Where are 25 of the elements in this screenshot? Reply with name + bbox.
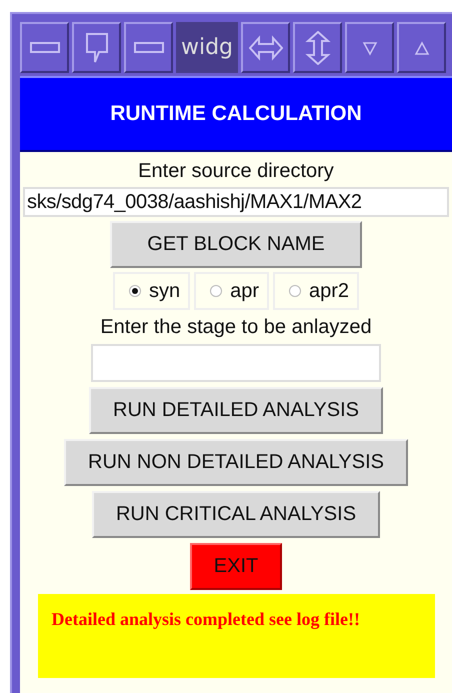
radio-label: apr [230, 280, 259, 302]
title-bar-button[interactable] [241, 22, 290, 73]
get-block-button[interactable]: GET BLOCK NAME [110, 221, 362, 268]
title-bar-button[interactable] [293, 22, 342, 73]
radio-option[interactable]: apr [194, 272, 269, 310]
action-button[interactable]: RUN NON DETAILED ANALYSIS [64, 439, 408, 486]
directory-field[interactable]: sks/sdg74_0038/aashishj/MAX1/MAX2 [23, 187, 449, 217]
radio-label: apr2 [309, 280, 350, 302]
title-bar-button[interactable] [124, 22, 173, 73]
action-button[interactable]: RUN CRITICAL ANALYSIS [92, 491, 380, 538]
title-bar-button[interactable] [345, 22, 394, 73]
header-title: RUNTIME CALCULATION [110, 102, 362, 126]
window-label[interactable]: widg [176, 22, 238, 73]
field-label: Enter the stage to be anlayzed [100, 315, 372, 340]
title-bar-button[interactable] [72, 22, 121, 73]
status-message: Detailed analysis completed see log file!! [38, 594, 434, 678]
radio-option[interactable]: syn [112, 272, 190, 310]
radio-label: syn [148, 280, 180, 302]
field-label: Enter source directory [138, 159, 334, 184]
exit-button[interactable]: EXIT [190, 543, 282, 590]
title-bar-button[interactable] [397, 22, 446, 73]
title-bar-button[interactable] [20, 22, 69, 73]
action-button[interactable]: RUN DETAILED ANALYSIS [89, 387, 383, 434]
stage-field[interactable] [91, 344, 381, 382]
radio-option[interactable]: apr2 [273, 272, 360, 310]
